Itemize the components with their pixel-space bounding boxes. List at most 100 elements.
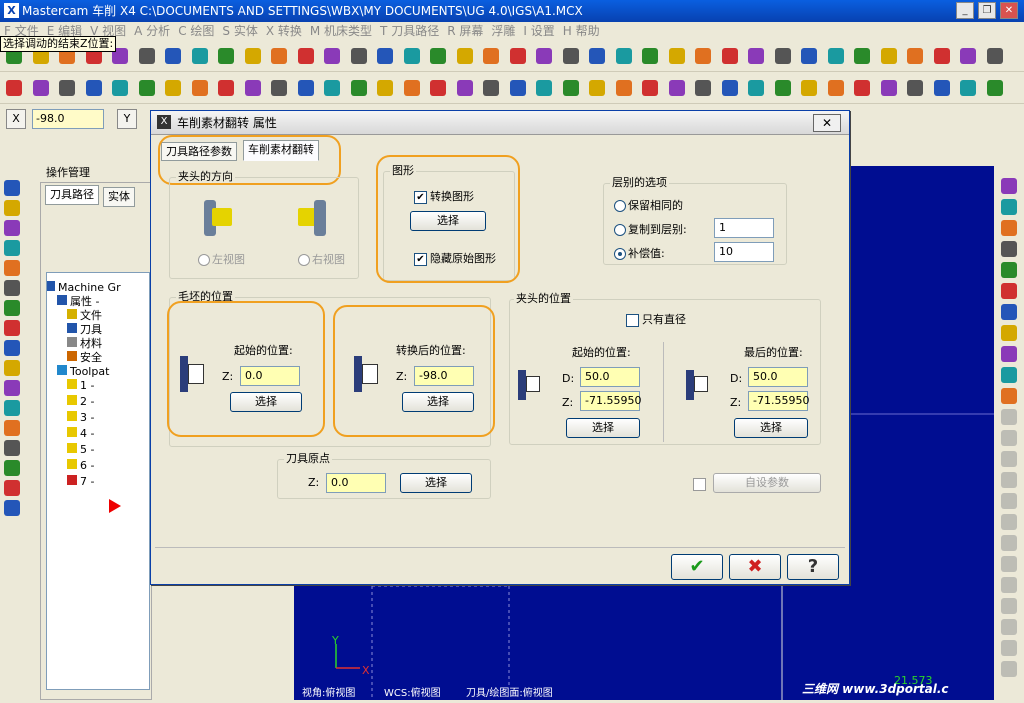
toolbar-tool-icon[interactable] <box>32 80 49 96</box>
toolbar-tool-icon[interactable] <box>59 80 75 96</box>
left-tool-icon[interactable] <box>4 480 20 496</box>
menu-item[interactable]: 浮雕 <box>491 24 515 38</box>
menu-item[interactable]: A 分析 <box>134 24 170 38</box>
toolbar-tool-icon[interactable] <box>377 80 393 96</box>
toolbar-tool-icon[interactable] <box>748 48 764 64</box>
right-tool-icon[interactable] <box>1001 430 1017 446</box>
tree-item[interactable]: 文件 <box>67 309 102 323</box>
toolbar-tool-icon[interactable] <box>483 80 499 96</box>
left-tool-icon[interactable] <box>4 180 20 196</box>
toolbar-tool-icon[interactable] <box>854 48 870 64</box>
tab-toolpath-params[interactable]: 刀具路径参数 <box>161 142 237 161</box>
hide-original-checkbox[interactable]: ✔ <box>414 253 427 266</box>
toolbar-tool-icon[interactable] <box>854 80 870 96</box>
toolbar-tool-icon[interactable] <box>509 80 526 96</box>
toolbar-tool-icon[interactable] <box>721 80 738 96</box>
dialog-close-button[interactable]: ✕ <box>813 114 841 132</box>
custom-params-button[interactable]: 自设参数 <box>713 473 821 493</box>
toolbar-tool-icon[interactable] <box>986 48 1003 64</box>
toolbar-tool-icon[interactable] <box>165 48 181 64</box>
toolbar-tool-icon[interactable] <box>668 48 685 64</box>
left-view-radio[interactable] <box>198 254 210 266</box>
copy-level-input[interactable]: 1 <box>714 218 774 238</box>
left-tool-icon[interactable] <box>4 500 20 516</box>
tree-item[interactable]: 2 - <box>67 395 94 409</box>
right-tool-icon[interactable] <box>1001 556 1017 572</box>
toolbar-tool-icon[interactable] <box>85 80 102 96</box>
right-tool-icon[interactable] <box>1001 241 1017 257</box>
toolbar-tool-icon[interactable] <box>403 80 420 96</box>
toolbar-tool-icon[interactable] <box>801 48 817 64</box>
right-tool-icon[interactable] <box>1001 598 1017 614</box>
right-tool-icon[interactable] <box>1001 409 1017 425</box>
right-tool-icon[interactable] <box>1001 535 1017 551</box>
left-tool-icon[interactable] <box>4 300 20 316</box>
right-tool-icon[interactable] <box>1001 619 1017 635</box>
right-tool-icon[interactable] <box>1001 262 1017 278</box>
toolbar-tool-icon[interactable] <box>165 80 181 96</box>
stock-start-select-button[interactable]: 选择 <box>230 392 302 412</box>
toolbar-tool-icon[interactable] <box>695 48 711 64</box>
right-tool-icon[interactable] <box>1001 640 1017 656</box>
tree-item[interactable]: 材料 <box>67 337 102 351</box>
toolbar-tool-icon[interactable] <box>774 80 791 96</box>
toolbar-tool-icon[interactable] <box>536 48 552 64</box>
toolbar-tool-icon[interactable] <box>615 48 632 64</box>
toolbar-tool-icon[interactable] <box>271 48 287 64</box>
toolbar-tool-icon[interactable] <box>986 80 1003 96</box>
right-tool-icon[interactable] <box>1001 451 1017 467</box>
tool-origin-select-button[interactable]: 选择 <box>400 473 472 493</box>
stock-after-z-input[interactable]: -98.0 <box>414 366 474 386</box>
toolbar-tool-icon[interactable] <box>774 48 791 64</box>
offset-input[interactable]: 10 <box>714 242 774 262</box>
toolbar-tool-icon[interactable] <box>430 48 446 64</box>
toolbar-tool-icon[interactable] <box>483 48 499 64</box>
left-tool-icon[interactable] <box>4 380 20 396</box>
chuck-start-select-button[interactable]: 选择 <box>566 418 640 438</box>
x-coord-label[interactable]: X <box>6 109 26 129</box>
toolbar-tool-icon[interactable] <box>880 48 897 64</box>
toolbar-tool-icon[interactable] <box>721 48 738 64</box>
tree-item[interactable]: 6 - <box>67 459 94 473</box>
toolbar-tool-icon[interactable] <box>218 48 234 64</box>
right-tool-icon[interactable] <box>1001 325 1017 341</box>
diameter-only-checkbox[interactable] <box>626 314 639 327</box>
toolbar-tool-icon[interactable] <box>562 48 579 64</box>
left-tool-icon[interactable] <box>4 280 20 296</box>
tree-item[interactable]: Toolpat <box>57 365 109 379</box>
convert-geometry-checkbox[interactable]: ✔ <box>414 191 427 204</box>
stock-after-select-button[interactable]: 选择 <box>402 392 474 412</box>
left-tool-icon[interactable] <box>4 240 20 256</box>
toolbar-tool-icon[interactable] <box>350 48 367 64</box>
toolbar-tool-icon[interactable] <box>403 48 420 64</box>
toolbar-tool-icon[interactable] <box>801 80 817 96</box>
chuck-end-d-input[interactable]: 50.0 <box>748 367 808 387</box>
toolbar-tool-icon[interactable] <box>244 80 261 96</box>
toolbar-tool-icon[interactable] <box>509 48 526 64</box>
toolbar-tool-icon[interactable] <box>615 80 632 96</box>
offset-radio[interactable] <box>614 248 626 260</box>
left-tool-icon[interactable] <box>4 220 20 236</box>
tree-item[interactable]: Machine Gr <box>47 281 121 295</box>
toolbar-tool-icon[interactable] <box>960 80 976 96</box>
copy-to-level-radio[interactable] <box>614 224 626 236</box>
menu-item[interactable]: C 绘图 <box>178 24 214 38</box>
y-coord-label[interactable]: Y <box>117 109 137 129</box>
toolbar-tool-icon[interactable] <box>138 48 155 64</box>
toolbar-tool-icon[interactable] <box>880 80 897 96</box>
toolbar-tool-icon[interactable] <box>748 80 764 96</box>
tree-item[interactable]: 属性 - <box>57 295 99 309</box>
tool-origin-z-input[interactable]: 0.0 <box>326 473 386 493</box>
left-tool-icon[interactable] <box>4 400 20 416</box>
left-tool-icon[interactable] <box>4 200 20 216</box>
menu-item[interactable]: S 实体 <box>222 24 257 38</box>
left-tool-icon[interactable] <box>4 460 20 476</box>
right-tool-icon[interactable] <box>1001 661 1017 677</box>
tab-toolpath[interactable]: 刀具路径 <box>45 185 99 205</box>
toolbar-tool-icon[interactable] <box>191 80 208 96</box>
toolbar-tool-icon[interactable] <box>191 48 208 64</box>
toolbar-tool-icon[interactable] <box>907 48 923 64</box>
custom-params-checkbox[interactable] <box>693 478 706 491</box>
toolbar-tool-icon[interactable] <box>827 80 844 96</box>
geometry-select-button[interactable]: 选择 <box>410 211 486 231</box>
